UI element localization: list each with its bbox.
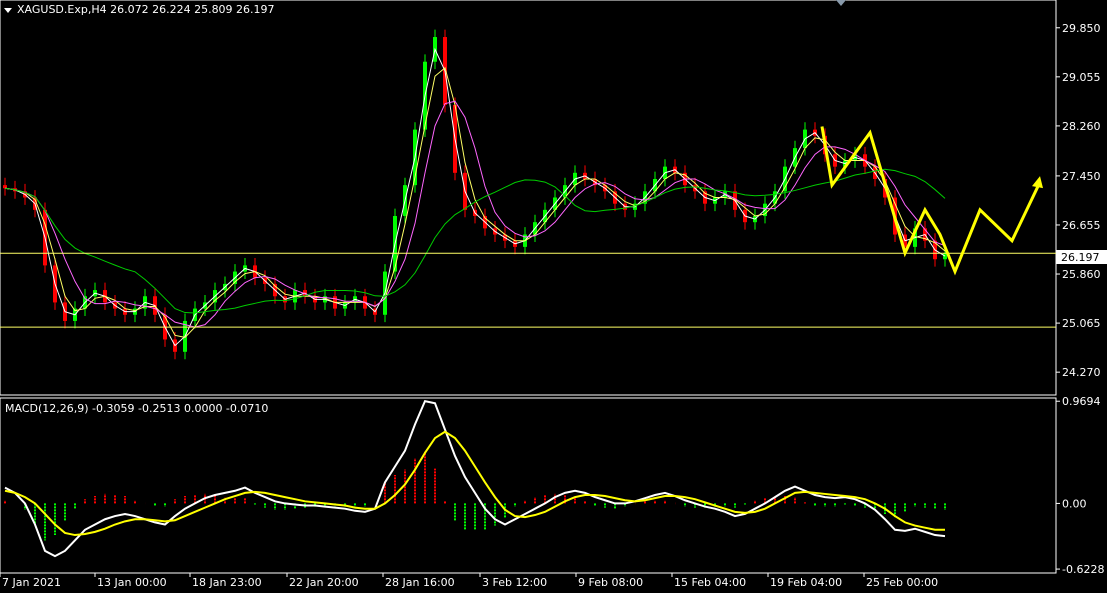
- price-tick-label: 25.860: [1062, 268, 1101, 281]
- time-tick-label: 13 Jan 00:00: [97, 576, 167, 589]
- price-tick-label: 26.655: [1062, 219, 1101, 232]
- time-tick-label: 7 Jan 2021: [2, 576, 61, 589]
- symbol-header-text: XAGUSD.Exp,H4 26.072 26.224 25.809 26.19…: [17, 3, 275, 16]
- time-tick-label: 22 Jan 20:00: [289, 576, 359, 589]
- time-tick-label: 25 Feb 00:00: [866, 576, 938, 589]
- trading-chart[interactable]: 29.850 29.055 28.260 27.450 26.655 25.860 25.0…: [0, 0, 1107, 593]
- macd-tick-label: 0.00: [1062, 497, 1087, 510]
- price-tick-label: 27.450: [1062, 170, 1101, 183]
- current-price-marker: 26.197: [1056, 250, 1107, 264]
- chart-background: [0, 0, 1107, 593]
- time-tick-label: 19 Feb 04:00: [770, 576, 842, 589]
- price-tick-label: 29.850: [1062, 22, 1101, 35]
- symbol-header: XAGUSD.Exp,H4 26.072 26.224 25.809 26.19…: [4, 3, 275, 16]
- price-tick-label: 25.065: [1062, 317, 1101, 330]
- candle-body: [3, 185, 7, 189]
- price-tick-label: 24.270: [1062, 366, 1101, 379]
- time-tick-label: 15 Feb 04:00: [674, 576, 746, 589]
- time-tick-label: 18 Jan 23:00: [192, 576, 262, 589]
- macd-header-text: MACD(12,26,9) -0.3059 -0.2513 0.0000 -0.…: [5, 402, 268, 415]
- macd-tick-label: 0.9694: [1062, 395, 1101, 408]
- macd-tick-label: -0.6228: [1062, 563, 1104, 576]
- price-tick-label: 29.055: [1062, 71, 1101, 84]
- time-tick-label: 9 Feb 08:00: [578, 576, 643, 589]
- current-price-label: 26.197: [1061, 251, 1100, 264]
- price-tick-label: 28.260: [1062, 120, 1101, 133]
- time-tick-label: 28 Jan 16:00: [385, 576, 455, 589]
- time-tick-label: 3 Feb 12:00: [482, 576, 547, 589]
